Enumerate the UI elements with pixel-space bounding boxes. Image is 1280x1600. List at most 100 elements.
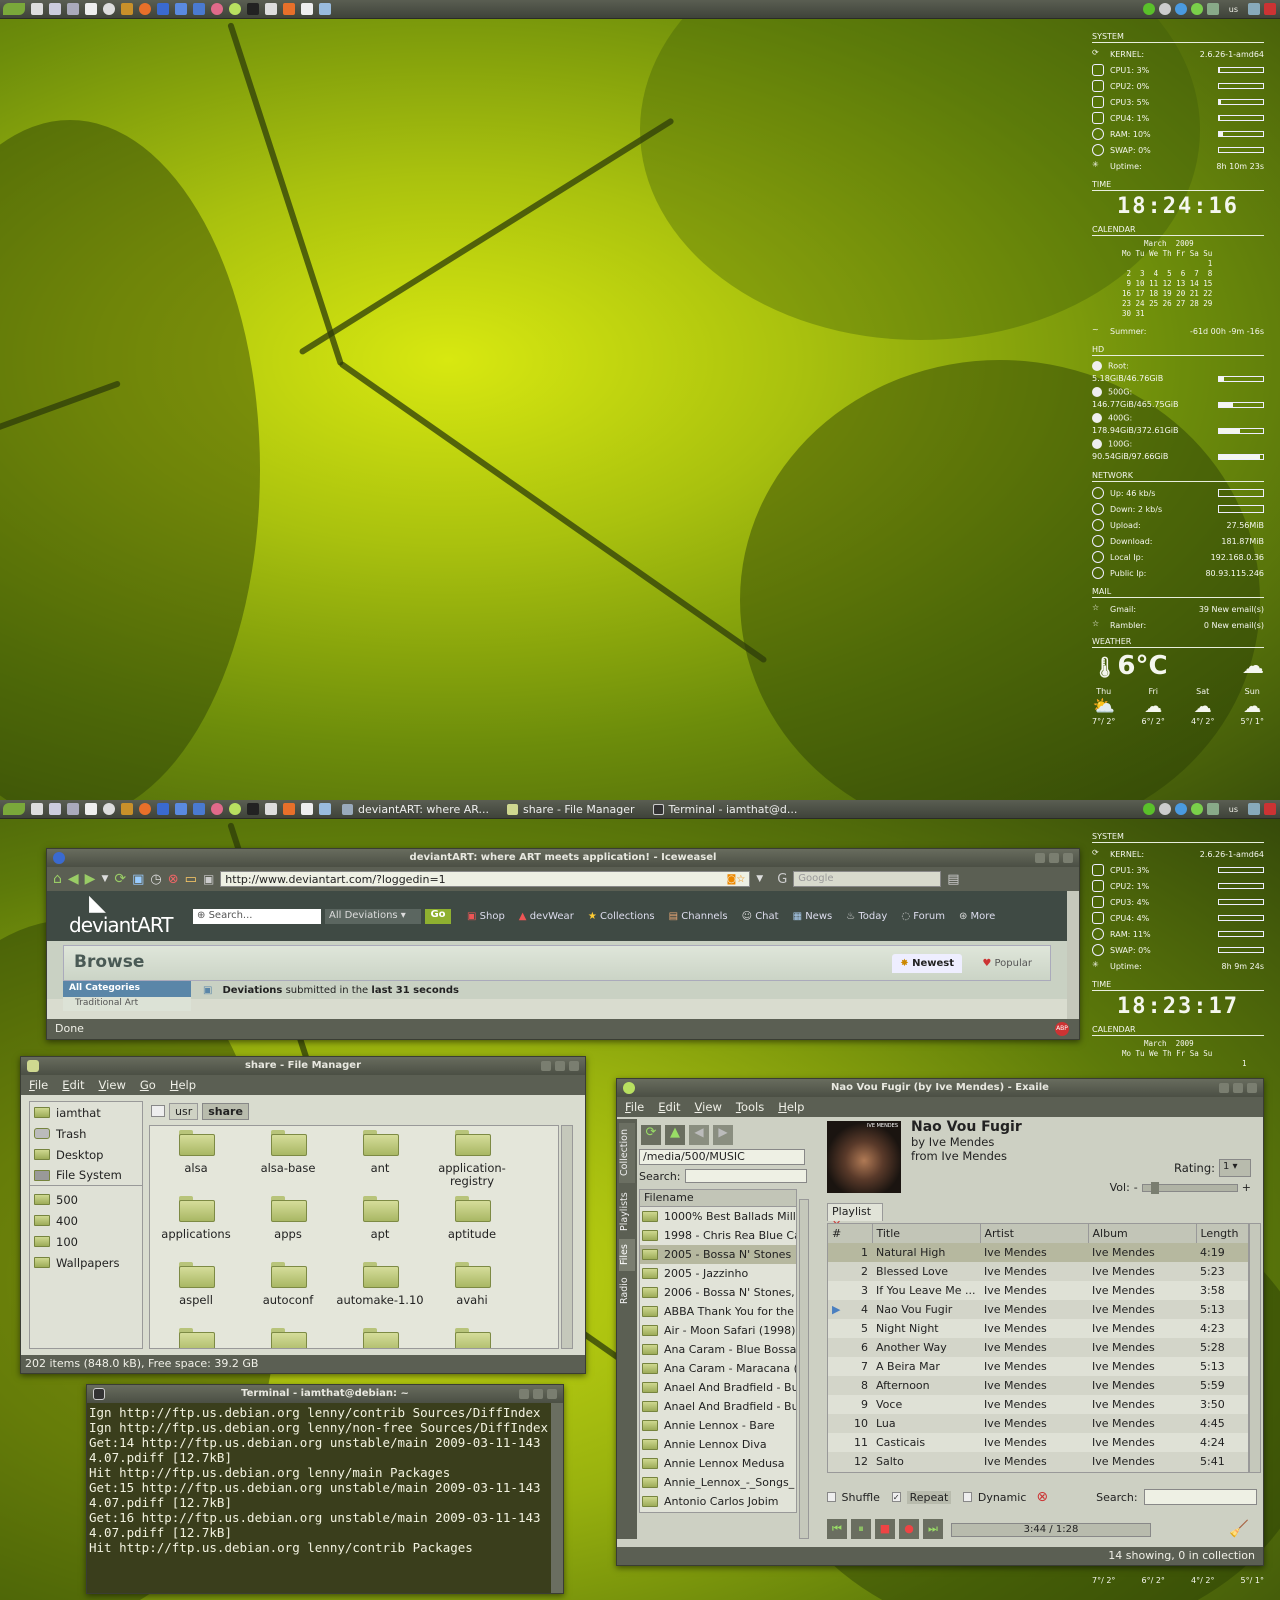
terminal-icon[interactable] <box>247 3 259 15</box>
tab-files[interactable]: Files <box>619 1239 635 1271</box>
dynamic-checkbox[interactable] <box>963 1492 972 1502</box>
playlist-row[interactable]: 3 If You Leave Me ... Ive Mendes Ive Mendes… <box>828 1281 1248 1300</box>
drop-icon[interactable] <box>175 803 187 815</box>
bookmark-100[interactable]: 100 <box>30 1231 142 1252</box>
status-green-icon[interactable] <box>1142 3 1155 15</box>
folder-scrollbar[interactable] <box>561 1125 573 1349</box>
file-list-item[interactable]: Annie Lennox Medusa <box>640 1454 796 1473</box>
task-browser[interactable]: deviantART: where AR... <box>342 803 489 816</box>
menu-view[interactable]: View <box>695 1100 722 1114</box>
col-length[interactable]: Length <box>1196 1224 1248 1243</box>
star-bookmark-icon[interactable]: ☆ <box>736 874 745 885</box>
clear-playlist-icon[interactable]: ⊗ <box>1036 1489 1048 1505</box>
window-icon[interactable] <box>31 3 43 15</box>
editor-icon[interactable] <box>85 803 97 815</box>
playlist-row[interactable]: 7A Beira Mar Ive Mendes Ive Mendes 5:13 <box>828 1357 1248 1376</box>
col-title[interactable]: Title <box>872 1224 981 1243</box>
next-button[interactable]: ⏭ <box>923 1519 943 1539</box>
bookmark-wallpapers[interactable]: Wallpapers <box>30 1252 142 1273</box>
firefox-icon[interactable] <box>139 3 151 15</box>
rss-icon[interactable]: ◙ <box>727 874 737 885</box>
folder-item[interactable]: application-registry <box>426 1128 518 1194</box>
settings-icon[interactable] <box>193 803 205 815</box>
place-file-system[interactable]: File System <box>30 1165 142 1186</box>
playlist-row[interactable]: 6 Another Way Ive Mendes Ive Mendes 5:28 <box>828 1338 1248 1357</box>
playlist-row[interactable]: 10 Lua Ive Mendes Ive Mendes 4:45 <box>828 1414 1248 1433</box>
file-list-item[interactable]: Ana Caram - Blue Bossa <box>640 1340 796 1359</box>
eye-icon[interactable] <box>301 3 313 15</box>
volume-icon[interactable] <box>1158 3 1171 15</box>
adblock-icon[interactable]: ABP <box>1055 1022 1069 1036</box>
up-icon[interactable]: ▲ <box>665 1125 685 1145</box>
file-list-item[interactable]: 1998 - Chris Rea Blue Ca <box>640 1226 796 1245</box>
volume-icon[interactable] <box>1158 803 1171 815</box>
blender-icon[interactable] <box>283 803 295 815</box>
maximize-button[interactable] <box>555 1061 565 1071</box>
browser-titlebar[interactable]: deviantART: where ART meets application!… <box>47 849 1079 867</box>
nav-today[interactable]: ♨ Today <box>846 911 887 922</box>
home-icon[interactable]: ⌂ <box>53 871 62 887</box>
firefox-icon[interactable] <box>139 803 151 815</box>
back-icon[interactable]: ◀ <box>68 871 79 887</box>
close-button[interactable] <box>569 1061 579 1071</box>
tab-newest[interactable]: ✸ Newest <box>892 954 962 973</box>
nav-shop[interactable]: ▣ Shop <box>467 911 505 922</box>
network-icon[interactable] <box>67 3 79 15</box>
chat-icon[interactable] <box>157 3 169 15</box>
window-icon[interactable] <box>31 803 43 815</box>
nav-collections[interactable]: ★ Collections <box>588 911 655 922</box>
site-identity-icon[interactable]: ▣ <box>203 872 214 886</box>
folder-item[interactable]: alsa-base <box>242 1128 334 1194</box>
network-tray-icon[interactable] <box>1248 3 1260 15</box>
search-scope-select[interactable]: All Deviations ▾ <box>325 909 421 924</box>
update-icon[interactable] <box>1174 3 1187 15</box>
desktop-icon[interactable] <box>49 803 61 815</box>
shuffle-checkbox[interactable] <box>827 1492 836 1502</box>
playlist-row[interactable]: ▶ 4 Nao Vou Fugir Ive Mendes Ive Mendes 5:13 <box>828 1300 1248 1319</box>
page-menu-icon[interactable]: ▤ <box>947 872 959 887</box>
close-button[interactable] <box>1247 1083 1257 1093</box>
category-all[interactable]: All Categories <box>63 981 191 997</box>
history-icon[interactable]: ◷ <box>150 872 161 887</box>
record-button[interactable]: ● <box>899 1519 919 1539</box>
playlist-row[interactable]: 2 Blessed Love Ive Mendes Ive Mendes 5:23 <box>828 1262 1248 1281</box>
menu-leaf-icon[interactable] <box>3 803 25 815</box>
file-manager-titlebar[interactable]: share - File Manager <box>21 1057 585 1075</box>
minimize-button[interactable] <box>519 1389 529 1399</box>
rating-select[interactable]: 1 ▾ <box>1219 1159 1251 1177</box>
folder-item[interactable]: ant <box>334 1128 426 1194</box>
progress-bar[interactable]: 3:44 / 1:28 <box>951 1523 1151 1537</box>
forward-icon[interactable]: ▶ <box>85 871 96 887</box>
file-search-input[interactable] <box>684 1169 807 1183</box>
col-number[interactable]: # <box>828 1224 873 1243</box>
menu-tools[interactable]: Tools <box>736 1100 764 1114</box>
playlist-row[interactable]: 9 Voce Ive Mendes Ive Mendes 3:50 <box>828 1395 1248 1414</box>
volume-minus-icon[interactable]: - <box>1134 1181 1138 1194</box>
play-icon[interactable] <box>1190 3 1203 15</box>
folder-item[interactable]: aptitude <box>426 1194 518 1260</box>
chat-icon[interactable] <box>157 803 169 815</box>
history-dropdown-icon[interactable]: ▼ <box>101 874 108 884</box>
menu-help[interactable]: Help <box>778 1100 804 1114</box>
menu-edit[interactable]: Edit <box>62 1078 84 1092</box>
bookmark-500[interactable]: 500 <box>30 1189 142 1210</box>
volume-slider[interactable] <box>1141 1181 1238 1194</box>
play-icon[interactable] <box>1190 803 1203 815</box>
file-list-item[interactable]: Anael And Bradfield - Bu <box>640 1397 796 1416</box>
task-terminal[interactable]: Terminal - iamthat@d... <box>652 803 797 816</box>
stop-button[interactable]: ■ <box>875 1519 895 1539</box>
eye-icon[interactable] <box>301 803 313 815</box>
folder-item[interactable]: autoconf <box>242 1260 334 1326</box>
bookmark-400[interactable]: 400 <box>30 1210 142 1231</box>
file-list-item[interactable]: Air - Moon Safari (1998) F <box>640 1321 796 1340</box>
file-list-item[interactable]: Anael And Bradfield - Bu <box>640 1378 796 1397</box>
menu-go[interactable]: Go <box>140 1078 156 1092</box>
folder-item[interactable]: apps <box>242 1194 334 1260</box>
folder-item[interactable]: automake-1.10 <box>334 1260 426 1326</box>
maximize-button[interactable] <box>533 1389 543 1399</box>
folder-item[interactable]: applications <box>150 1194 242 1260</box>
playlist-row[interactable]: 11 Casticais Ive Mendes Ive Mendes 4:24 <box>828 1433 1248 1452</box>
folder-item[interactable] <box>150 1326 242 1348</box>
place-iamthat[interactable]: iamthat <box>30 1102 142 1123</box>
back-icon[interactable]: ◀ <box>689 1125 709 1145</box>
